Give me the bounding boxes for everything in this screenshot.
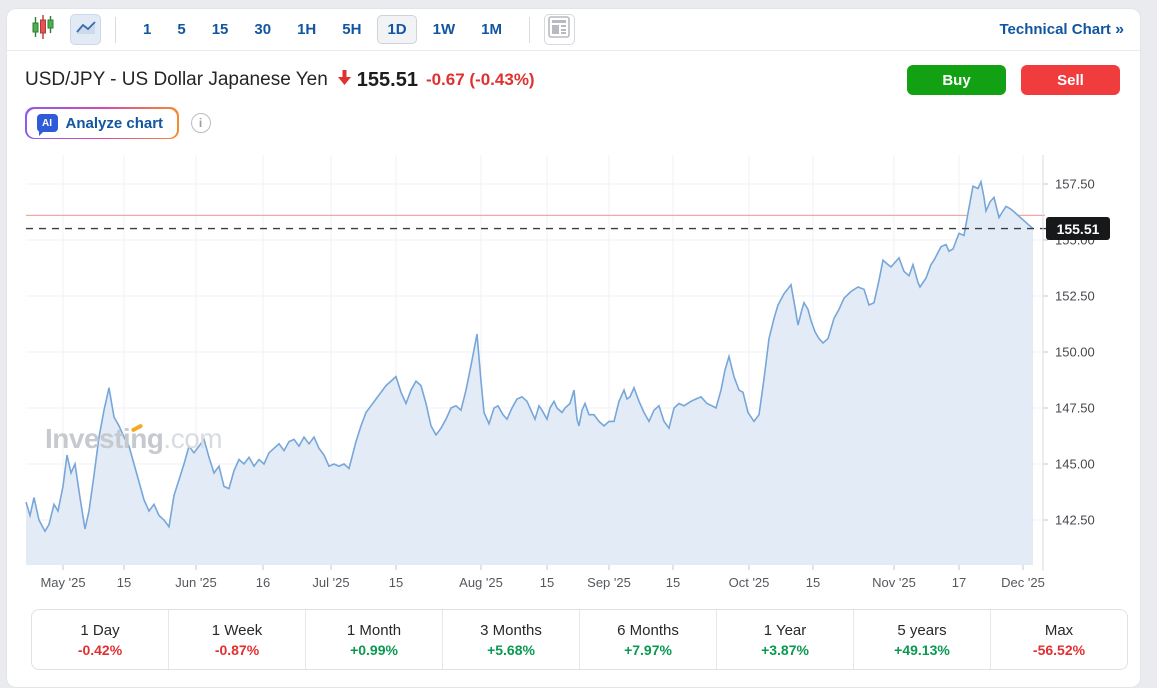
timeframe-5h-button[interactable]: 5H [332,15,371,44]
x-axis-label: Jun '25 [175,575,217,590]
line-chart-icon [74,15,98,44]
perf-value: +49.13% [894,642,950,658]
chart-card: 1 5 15 30 1H 5H 1D 1W 1M Technical Chart [6,8,1141,688]
perf-label: 6 Months [617,622,679,639]
sell-button[interactable]: Sell [1021,65,1120,95]
y-axis-label: 157.50 [1055,177,1095,192]
x-axis-label: Jul '25 [312,575,349,590]
investing-watermark: Investing.com [45,423,222,455]
perf-value: -56.52% [1033,642,1085,658]
x-axis-label: 15 [389,575,403,590]
perf-value: +0.99% [350,642,398,658]
perf-6-months[interactable]: 6 Months +7.97% [580,610,717,669]
price-chart[interactable]: Investing.com 157.50155.00152.50150.0014… [7,147,1142,607]
y-axis-label: 147.50 [1055,401,1095,416]
analyze-row: AI Analyze chart i [7,95,1140,139]
perf-1-day[interactable]: 1 Day -0.42% [32,610,169,669]
performance-panel: 1 Day -0.42% 1 Week -0.87% 1 Month +0.99… [31,609,1128,670]
x-axis-label: 15 [117,575,131,590]
info-icon[interactable]: i [191,113,211,133]
timeframe-1h-button[interactable]: 1H [287,15,326,44]
analyze-chart-button[interactable]: AI Analyze chart [25,107,179,139]
analyze-chart-label: Analyze chart [66,115,164,132]
price-change: -0.67 (-0.43%) [426,70,535,90]
perf-1-week[interactable]: 1 Week -0.87% [169,610,306,669]
candlestick-icon [32,13,54,46]
perf-label: 5 years [897,622,946,639]
arrow-down-icon [338,70,351,90]
perf-1-month[interactable]: 1 Month +0.99% [306,610,443,669]
y-axis-label: 142.50 [1055,513,1095,528]
chart-canvas[interactable] [7,147,1142,607]
perf-value: +3.87% [761,642,809,658]
perf-value: -0.42% [78,642,122,658]
perf-value: -0.87% [215,642,259,658]
perf-label: 1 Month [347,622,401,639]
x-axis-label: 17 [952,575,966,590]
timeframe-1w-button[interactable]: 1W [423,15,466,44]
watermark-light: .com [163,423,222,454]
perf-label: 1 Year [764,622,807,639]
timeframe-1d-button[interactable]: 1D [377,15,416,44]
x-axis-label: Dec '25 [1001,575,1045,590]
candlestick-chart-button[interactable] [27,14,58,45]
page-title: USD/JPY - US Dollar Japanese Yen [25,69,328,91]
perf-label: 1 Week [212,622,263,639]
y-axis-label: 145.00 [1055,457,1095,472]
watermark-bold: Investing [45,423,163,454]
x-axis: May '25 15 Jun '25 16 Jul '25 15 Aug '25 15 Sep … [7,571,1051,595]
toolbar-divider [529,17,530,43]
y-axis-label: 152.50 [1055,289,1095,304]
y-axis-label: 150.00 [1055,345,1095,360]
y-axis: 157.50155.00152.50150.00147.50145.00142.… [1049,147,1139,587]
last-price: 155.51 [357,69,418,92]
x-axis-label: May '25 [40,575,85,590]
technical-chart-label: Technical Chart [1000,21,1111,38]
perf-5-years[interactable]: 5 years +49.13% [854,610,991,669]
x-axis-label: Aug '25 [459,575,503,590]
chevron-right-icon: » [1115,21,1124,38]
instrument-header: USD/JPY - US Dollar Japanese Yen 155.51 … [7,51,1140,95]
x-axis-label: 15 [540,575,554,590]
timeframe-1m-button[interactable]: 1M [471,15,512,44]
buy-button[interactable]: Buy [907,65,1006,95]
x-axis-label: Sep '25 [587,575,631,590]
perf-value: +7.97% [624,642,672,658]
x-axis-label: 15 [666,575,680,590]
perf-3-months[interactable]: 3 Months +5.68% [443,610,580,669]
timeframe-15-button[interactable]: 15 [202,15,239,44]
x-axis-label: Nov '25 [872,575,916,590]
perf-1-year[interactable]: 1 Year +3.87% [717,610,854,669]
perf-label: 3 Months [480,622,542,639]
news-icon [548,16,570,43]
x-axis-label: Oct '25 [729,575,770,590]
ai-icon: AI [37,114,58,132]
technical-chart-link[interactable]: Technical Chart » [1000,21,1125,39]
toolbar-divider [115,17,116,43]
perf-value: +5.68% [487,642,535,658]
perf-label: Max [1045,622,1073,639]
x-axis-label: 16 [256,575,270,590]
current-price-tag: 155.51 [1046,217,1110,240]
timeframe-30-button[interactable]: 30 [244,15,281,44]
news-view-button[interactable] [544,14,575,45]
line-chart-button[interactable] [70,14,101,45]
timeframe-5-button[interactable]: 5 [167,15,195,44]
x-axis-label: 15 [806,575,820,590]
timeframe-1-button[interactable]: 1 [133,15,161,44]
chart-toolbar: 1 5 15 30 1H 5H 1D 1W 1M Technical Chart [7,9,1140,51]
perf-label: 1 Day [80,622,119,639]
price-area [26,182,1033,565]
perf-max[interactable]: Max -56.52% [991,610,1127,669]
